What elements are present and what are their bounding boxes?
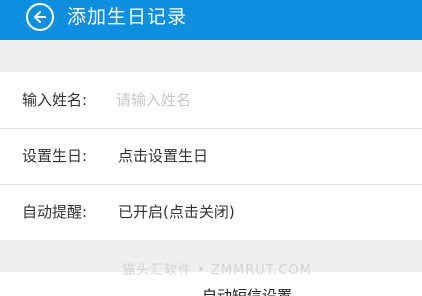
reminder-row[interactable]: 自动提醒: 已开启(点击关闭): [0, 184, 422, 240]
back-arrow-icon: [34, 11, 46, 23]
app-header: 添加生日记录: [0, 0, 422, 40]
name-input[interactable]: [116, 88, 406, 112]
sms-settings-button[interactable]: 自动短信设置: [202, 286, 292, 296]
birthday-form: 输入姓名: 设置生日: 点击设置生日 自动提醒: 已开启(点击关闭): [0, 72, 422, 240]
name-row: 输入姓名:: [0, 72, 422, 128]
birthday-label: 设置生日:: [22, 147, 88, 165]
page-title: 添加生日记录: [67, 6, 188, 28]
set-birthday-button[interactable]: 点击设置生日: [118, 146, 208, 166]
back-button[interactable]: [26, 3, 54, 31]
name-label: 输入姓名:: [22, 91, 88, 109]
birthday-row[interactable]: 设置生日: 点击设置生日: [0, 128, 422, 184]
watermark: 猫头汇软件 • ZMMRUT.COM: [122, 263, 312, 278]
reminder-toggle[interactable]: 已开启(点击关闭): [118, 202, 235, 222]
reminder-label: 自动提醒:: [22, 203, 88, 221]
